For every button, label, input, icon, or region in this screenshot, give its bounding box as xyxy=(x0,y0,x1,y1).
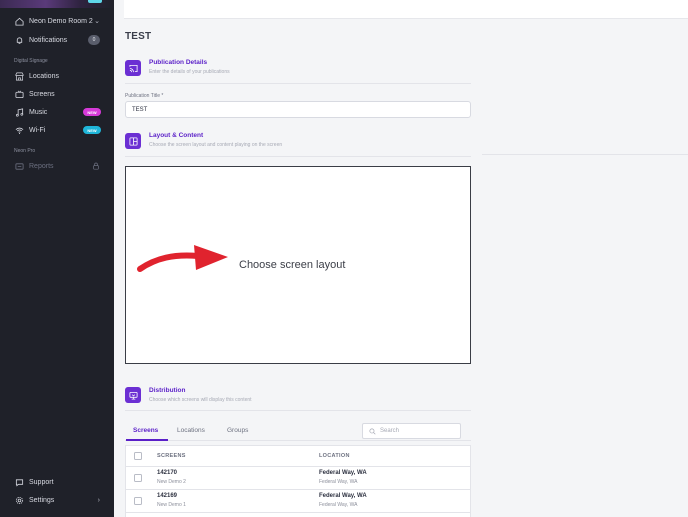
divider xyxy=(125,156,471,157)
screen-name: New Demo 1 xyxy=(157,502,186,508)
sidebar-item-label: Settings xyxy=(29,496,55,504)
table-row[interactable] xyxy=(125,513,471,517)
select-all-checkbox[interactable] xyxy=(134,452,142,460)
store-icon xyxy=(15,72,24,81)
screen-id: 142170 xyxy=(157,470,178,476)
sidebar-item-label: Music xyxy=(29,108,48,116)
search-icon xyxy=(369,427,376,435)
choose-layout-prompt[interactable]: Choose screen layout xyxy=(239,259,345,271)
red-arrow-icon xyxy=(137,245,228,272)
column-header-location[interactable]: LOCATION xyxy=(319,453,350,459)
sidebar-item-settings[interactable]: Settings › xyxy=(0,491,114,509)
sidebar: Neon Demo Room 2 ⌄ Notifications 0 Digit… xyxy=(0,0,114,517)
sidebar-item-label: Support xyxy=(29,478,54,486)
sidebar-item-screens[interactable]: Screens xyxy=(0,85,114,103)
row-checkbox[interactable] xyxy=(134,497,142,505)
screen-id: 142169 xyxy=(157,493,178,499)
music-note-icon xyxy=(15,107,24,117)
publication-title-input[interactable]: TEST xyxy=(125,101,471,118)
room-selector[interactable]: Neon Demo Room 2 ⌄ xyxy=(0,12,114,30)
top-card xyxy=(124,0,688,19)
search-input[interactable]: Search xyxy=(362,423,461,439)
column-header-screens[interactable]: SCREENS xyxy=(157,453,186,459)
publication-title-label: Publication Title * xyxy=(125,93,164,99)
divider xyxy=(125,410,471,411)
home-icon xyxy=(15,17,24,26)
tab-locations[interactable]: Locations xyxy=(177,427,205,434)
screen-location: Federal Way, WA xyxy=(319,493,367,499)
wifi-icon xyxy=(15,126,24,135)
sidebar-item-wifi[interactable]: Wi-Fi NEW xyxy=(0,121,114,139)
tab-screens[interactable]: Screens xyxy=(133,427,158,434)
layout-content-title: Layout & Content xyxy=(149,132,204,139)
gear-icon xyxy=(15,496,24,505)
active-tab-indicator xyxy=(126,439,168,441)
section-label-neon-pro: Neon Pro xyxy=(14,148,36,154)
sidebar-item-notifications[interactable]: Notifications 0 xyxy=(0,31,114,49)
screen-location: Federal Way, WA xyxy=(319,470,367,476)
sidebar-item-label: Notifications xyxy=(29,36,68,44)
distribution-subtitle: Choose which screens will display this c… xyxy=(149,397,252,403)
sidebar-item-label: Reports xyxy=(29,162,54,170)
bell-icon xyxy=(15,36,24,45)
layout-content-subtitle: Choose the screen layout and content pla… xyxy=(149,142,283,148)
distribution-icon xyxy=(125,387,141,403)
publication-details-subtitle: Enter the details of your publications xyxy=(149,69,230,75)
sidebar-item-label: Wi-Fi xyxy=(29,126,46,134)
distribution-title: Distribution xyxy=(149,387,186,394)
layout-icon xyxy=(125,133,141,149)
reports-icon xyxy=(15,162,24,171)
sidebar-item-reports[interactable]: Reports xyxy=(0,157,114,175)
sidebar-item-label: Screens xyxy=(29,90,55,98)
new-badge: NEW xyxy=(83,108,101,116)
publication-details-title: Publication Details xyxy=(149,59,208,66)
search-placeholder: Search xyxy=(380,428,400,434)
screen-name: New Demo 2 xyxy=(157,479,186,485)
room-label: Neon Demo Room 2 xyxy=(29,17,93,25)
section-label-digital-signage: Digital Signage xyxy=(14,58,48,64)
notifications-count-badge: 0 xyxy=(88,35,100,45)
new-badge: NEW xyxy=(83,126,101,134)
divider xyxy=(125,83,471,84)
lock-icon xyxy=(92,162,100,170)
tab-groups[interactable]: Groups xyxy=(227,427,248,434)
divider xyxy=(482,154,688,155)
chat-icon xyxy=(15,478,24,487)
cast-icon xyxy=(125,60,141,76)
chevron-down-icon: ⌄ xyxy=(94,18,100,25)
sidebar-item-label: Locations xyxy=(29,72,59,80)
screen-location-sub: Federal Way, WA xyxy=(319,502,358,508)
row-checkbox[interactable] xyxy=(134,474,142,482)
sidebar-item-locations[interactable]: Locations xyxy=(0,67,114,85)
screen-icon xyxy=(15,90,24,99)
sidebar-item-music[interactable]: Music NEW xyxy=(0,103,114,121)
sidebar-item-support[interactable]: Support xyxy=(0,473,114,491)
screen-location-sub: Federal Way, WA xyxy=(319,479,358,485)
chevron-right-icon: › xyxy=(97,496,100,504)
page-title: TEST xyxy=(125,31,152,42)
sidebar-top-badge xyxy=(88,0,102,3)
